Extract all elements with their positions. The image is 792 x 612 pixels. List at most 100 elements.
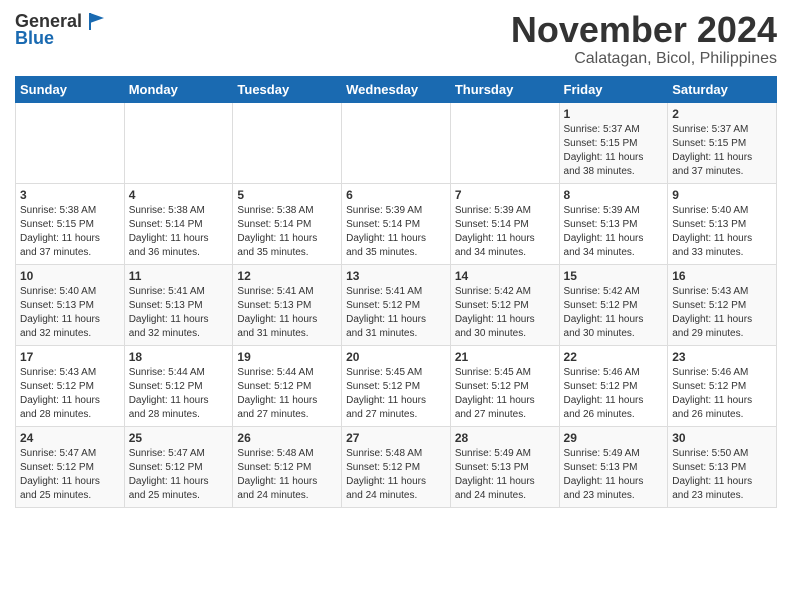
day-info: Sunrise: 5:39 AM Sunset: 5:14 PM Dayligh… xyxy=(455,204,555,260)
day-number: 5 xyxy=(237,188,337,202)
calendar-cell: 9 Sunrise: 5:40 AM Sunset: 5:13 PM Daylig… xyxy=(668,183,777,264)
calendar-cell: 10Sunrise: 5:40 AM Sunset: 5:13 PM Dayli… xyxy=(16,264,125,345)
day-number: 9 xyxy=(672,188,772,202)
calendar-cell: 24 Sunrise: 5:47 AM Sunset: 5:12 PM Dayli… xyxy=(16,426,125,507)
calendar-cell: 15 Sunrise: 5:42 AM Sunset: 5:12 PM Dayli… xyxy=(559,264,668,345)
day-info: Sunrise: 5:41 AM Sunset: 5:13 PM Dayligh… xyxy=(237,285,337,341)
day-number: 4 xyxy=(129,188,229,202)
col-header-wednesday: Wednesday xyxy=(342,76,451,102)
calendar-cell xyxy=(342,102,451,183)
day-info: Sunrise: 5:38 AM Sunset: 5:14 PM Dayligh… xyxy=(129,204,229,260)
calendar-table: SundayMondayTuesdayWednesdayThursdayFrid… xyxy=(15,76,777,508)
day-info: Sunrise: 5:43 AM Sunset: 5:12 PM Dayligh… xyxy=(20,366,120,422)
calendar-week-row: 10Sunrise: 5:40 AM Sunset: 5:13 PM Dayli… xyxy=(16,264,777,345)
calendar-cell: 16 Sunrise: 5:43 AM Sunset: 5:12 PM Dayli… xyxy=(668,264,777,345)
calendar-cell: 4 Sunrise: 5:38 AM Sunset: 5:14 PM Daylig… xyxy=(124,183,233,264)
calendar-cell: 27 Sunrise: 5:48 AM Sunset: 5:12 PM Dayli… xyxy=(342,426,451,507)
month-title: November 2024 xyxy=(511,10,777,50)
calendar-cell: 8 Sunrise: 5:39 AM Sunset: 5:13 PM Daylig… xyxy=(559,183,668,264)
col-header-thursday: Thursday xyxy=(450,76,559,102)
calendar-cell: 17 Sunrise: 5:43 AM Sunset: 5:12 PM Dayli… xyxy=(16,345,125,426)
calendar-cell xyxy=(16,102,125,183)
day-number: 26 xyxy=(237,431,337,445)
calendar-cell: 3 Sunrise: 5:38 AM Sunset: 5:15 PM Daylig… xyxy=(16,183,125,264)
day-number: 3 xyxy=(20,188,120,202)
day-number: 21 xyxy=(455,350,555,364)
day-info: Sunrise: 5:45 AM Sunset: 5:12 PM Dayligh… xyxy=(455,366,555,422)
location: Calatagan, Bicol, Philippines xyxy=(511,50,777,68)
day-info: Sunrise: 5:38 AM Sunset: 5:15 PM Dayligh… xyxy=(20,204,120,260)
day-number: 14 xyxy=(455,269,555,283)
day-info: Sunrise: 5:39 AM Sunset: 5:13 PM Dayligh… xyxy=(564,204,664,260)
title-block: November 2024 Calatagan, Bicol, Philippi… xyxy=(511,10,777,68)
day-info: Sunrise: 5:42 AM Sunset: 5:12 PM Dayligh… xyxy=(564,285,664,341)
logo: General Blue xyxy=(15,10,106,49)
day-number: 8 xyxy=(564,188,664,202)
page-container: General Blue November 2024 Calatagan, Bi… xyxy=(0,0,792,518)
day-info: Sunrise: 5:44 AM Sunset: 5:12 PM Dayligh… xyxy=(237,366,337,422)
day-info: Sunrise: 5:39 AM Sunset: 5:14 PM Dayligh… xyxy=(346,204,446,260)
day-info: Sunrise: 5:43 AM Sunset: 5:12 PM Dayligh… xyxy=(672,285,772,341)
day-info: Sunrise: 5:44 AM Sunset: 5:12 PM Dayligh… xyxy=(129,366,229,422)
day-info: Sunrise: 5:40 AM Sunset: 5:13 PM Dayligh… xyxy=(672,204,772,260)
day-info: Sunrise: 5:47 AM Sunset: 5:12 PM Dayligh… xyxy=(20,447,120,503)
col-header-tuesday: Tuesday xyxy=(233,76,342,102)
calendar-cell: 12Sunrise: 5:41 AM Sunset: 5:13 PM Dayli… xyxy=(233,264,342,345)
calendar-cell: 20Sunrise: 5:45 AM Sunset: 5:12 PM Dayli… xyxy=(342,345,451,426)
day-number: 1 xyxy=(564,107,664,121)
calendar-cell xyxy=(124,102,233,183)
calendar-cell: 6 Sunrise: 5:39 AM Sunset: 5:14 PM Daylig… xyxy=(342,183,451,264)
calendar-cell: 18Sunrise: 5:44 AM Sunset: 5:12 PM Dayli… xyxy=(124,345,233,426)
day-number: 15 xyxy=(564,269,664,283)
col-header-sunday: Sunday xyxy=(16,76,125,102)
day-number: 20 xyxy=(346,350,446,364)
calendar-cell: 26 Sunrise: 5:48 AM Sunset: 5:12 PM Dayli… xyxy=(233,426,342,507)
day-number: 24 xyxy=(20,431,120,445)
logo-blue-text: Blue xyxy=(15,28,54,49)
day-info: Sunrise: 5:37 AM Sunset: 5:15 PM Dayligh… xyxy=(672,123,772,179)
day-info: Sunrise: 5:49 AM Sunset: 5:13 PM Dayligh… xyxy=(455,447,555,503)
day-number: 30 xyxy=(672,431,772,445)
day-info: Sunrise: 5:48 AM Sunset: 5:12 PM Dayligh… xyxy=(346,447,446,503)
day-number: 27 xyxy=(346,431,446,445)
calendar-cell xyxy=(233,102,342,183)
day-number: 22 xyxy=(564,350,664,364)
day-number: 6 xyxy=(346,188,446,202)
calendar-cell: 25Sunrise: 5:47 AM Sunset: 5:12 PM Dayli… xyxy=(124,426,233,507)
calendar-week-row: 17 Sunrise: 5:43 AM Sunset: 5:12 PM Dayli… xyxy=(16,345,777,426)
calendar-cell: 28Sunrise: 5:49 AM Sunset: 5:13 PM Dayli… xyxy=(450,426,559,507)
day-info: Sunrise: 5:50 AM Sunset: 5:13 PM Dayligh… xyxy=(672,447,772,503)
calendar-cell: 5Sunrise: 5:38 AM Sunset: 5:14 PM Daylig… xyxy=(233,183,342,264)
col-header-friday: Friday xyxy=(559,76,668,102)
day-info: Sunrise: 5:41 AM Sunset: 5:13 PM Dayligh… xyxy=(129,285,229,341)
calendar-cell: 23 Sunrise: 5:46 AM Sunset: 5:12 PM Dayli… xyxy=(668,345,777,426)
day-info: Sunrise: 5:46 AM Sunset: 5:12 PM Dayligh… xyxy=(564,366,664,422)
day-number: 16 xyxy=(672,269,772,283)
logo-flag-icon xyxy=(84,10,106,32)
calendar-cell: 11 Sunrise: 5:41 AM Sunset: 5:13 PM Dayli… xyxy=(124,264,233,345)
calendar-cell: 21 Sunrise: 5:45 AM Sunset: 5:12 PM Dayli… xyxy=(450,345,559,426)
day-info: Sunrise: 5:48 AM Sunset: 5:12 PM Dayligh… xyxy=(237,447,337,503)
calendar-cell: 22 Sunrise: 5:46 AM Sunset: 5:12 PM Dayli… xyxy=(559,345,668,426)
day-number: 23 xyxy=(672,350,772,364)
day-number: 17 xyxy=(20,350,120,364)
day-info: Sunrise: 5:41 AM Sunset: 5:12 PM Dayligh… xyxy=(346,285,446,341)
day-info: Sunrise: 5:37 AM Sunset: 5:15 PM Dayligh… xyxy=(564,123,664,179)
day-info: Sunrise: 5:47 AM Sunset: 5:12 PM Dayligh… xyxy=(129,447,229,503)
calendar-cell: 14Sunrise: 5:42 AM Sunset: 5:12 PM Dayli… xyxy=(450,264,559,345)
calendar-cell: 19Sunrise: 5:44 AM Sunset: 5:12 PM Dayli… xyxy=(233,345,342,426)
calendar-cell: 1 Sunrise: 5:37 AM Sunset: 5:15 PM Daylig… xyxy=(559,102,668,183)
day-info: Sunrise: 5:49 AM Sunset: 5:13 PM Dayligh… xyxy=(564,447,664,503)
day-number: 13 xyxy=(346,269,446,283)
header: General Blue November 2024 Calatagan, Bi… xyxy=(15,10,777,68)
calendar-week-row: 24 Sunrise: 5:47 AM Sunset: 5:12 PM Dayli… xyxy=(16,426,777,507)
calendar-cell: 2 Sunrise: 5:37 AM Sunset: 5:15 PM Daylig… xyxy=(668,102,777,183)
day-info: Sunrise: 5:46 AM Sunset: 5:12 PM Dayligh… xyxy=(672,366,772,422)
calendar-cell xyxy=(450,102,559,183)
day-number: 2 xyxy=(672,107,772,121)
calendar-cell: 13 Sunrise: 5:41 AM Sunset: 5:12 PM Dayli… xyxy=(342,264,451,345)
day-number: 11 xyxy=(129,269,229,283)
calendar-cell: 30 Sunrise: 5:50 AM Sunset: 5:13 PM Dayli… xyxy=(668,426,777,507)
day-number: 7 xyxy=(455,188,555,202)
calendar-week-row: 3 Sunrise: 5:38 AM Sunset: 5:15 PM Daylig… xyxy=(16,183,777,264)
